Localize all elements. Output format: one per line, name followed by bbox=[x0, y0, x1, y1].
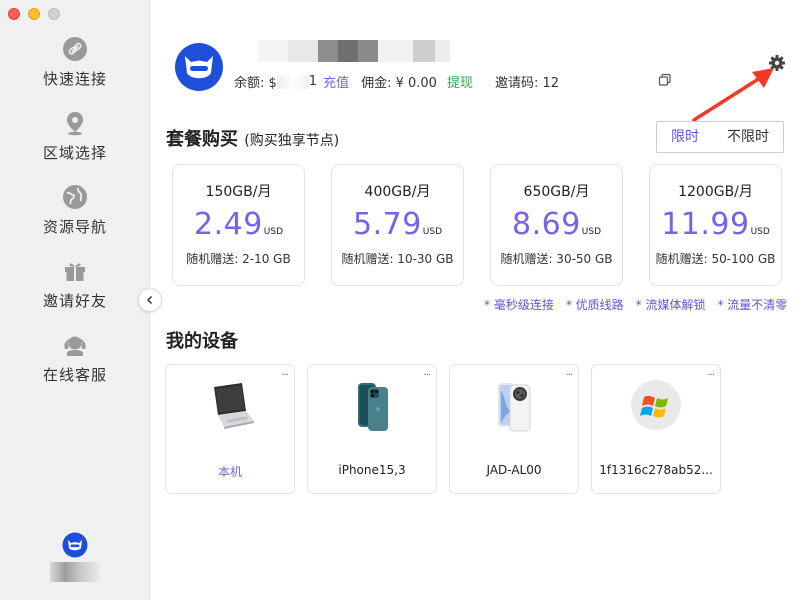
plan-price-value: 11.99 bbox=[661, 207, 750, 242]
device-card[interactable]: ... iPhone15,3 bbox=[307, 364, 437, 494]
plan-card[interactable]: 1200GB/月 11.99 USD 随机赠送: 50-100 GB bbox=[649, 164, 782, 286]
feature-item: * 流媒体解锁 bbox=[635, 298, 706, 312]
plan-duration-toggle: 限时 不限时 bbox=[656, 121, 784, 153]
commission-label: 佣金: ¥ 0.00 bbox=[361, 76, 437, 91]
recharge-link[interactable]: 充值 bbox=[323, 72, 349, 91]
globe-icon bbox=[62, 184, 88, 210]
plan-name: 1200GB/月 bbox=[678, 184, 753, 200]
plan-currency: USD bbox=[581, 227, 602, 237]
device-name: JAD-AL00 bbox=[486, 463, 542, 477]
device-name: iPhone15,3 bbox=[338, 463, 406, 477]
window-controls bbox=[8, 8, 60, 20]
device-card[interactable]: ... 本机 bbox=[165, 364, 295, 494]
plan-currency: USD bbox=[263, 227, 284, 237]
sidebar-item-label: 资源导航 bbox=[42, 218, 107, 236]
redacted-balance bbox=[276, 74, 309, 89]
windows-icon bbox=[628, 379, 684, 435]
plan-price: 2.49 USD bbox=[194, 207, 283, 242]
plan-price-value: 2.49 bbox=[193, 207, 263, 242]
main-content: 余额: $ 1 充值 佣金: ¥ 0.00 提现 邀请码: 12 套餐购买 (购… bbox=[150, 0, 800, 600]
sidebar-item-resource-nav[interactable]: 资源导航 bbox=[0, 184, 150, 258]
maximize-window-button[interactable] bbox=[48, 8, 60, 20]
device-name: 1f1316c278ab52... bbox=[599, 463, 713, 477]
link-icon bbox=[62, 36, 88, 62]
redacted-username bbox=[50, 562, 100, 582]
plan-name: 650GB/月 bbox=[523, 184, 590, 200]
sidebar-item-label: 邀请好友 bbox=[42, 292, 107, 310]
feature-item: * 毫秒级连接 bbox=[484, 298, 554, 312]
plans-subtitle: (购买独享节点) bbox=[244, 133, 340, 149]
sidebar: 快速连接 区域选择 资源导航 邀请好友 在线客服 bbox=[0, 0, 150, 600]
plan-currency: USD bbox=[750, 227, 770, 237]
plan-card[interactable]: 150GB/月 2.49 USD 随机赠送: 2-10 GB bbox=[172, 164, 305, 286]
location-pin-icon bbox=[62, 110, 88, 136]
feature-item: * 优质线路 bbox=[565, 298, 624, 312]
headset-icon bbox=[62, 332, 88, 358]
redacted-username bbox=[258, 40, 478, 62]
toggle-limited[interactable]: 限时 bbox=[657, 122, 714, 152]
plan-price: 11.99 USD bbox=[661, 207, 770, 242]
withdraw-link[interactable]: 提现 bbox=[447, 72, 473, 91]
plan-name: 400GB/月 bbox=[364, 184, 431, 200]
gear-icon[interactable] bbox=[768, 54, 786, 72]
user-avatar-icon bbox=[62, 532, 88, 558]
sidebar-item-region-select[interactable]: 区域选择 bbox=[0, 110, 150, 184]
user-avatar-icon[interactable] bbox=[174, 42, 224, 92]
gift-icon bbox=[62, 258, 88, 284]
plan-bonus: 随机赠送: 30-50 GB bbox=[500, 252, 613, 266]
plan-bonus: 随机赠送: 50-100 GB bbox=[655, 252, 776, 266]
device-more-button[interactable]: ... bbox=[281, 367, 288, 378]
user-info: 余额: $ 1 充值 佣金: ¥ 0.00 提现 邀请码: 12 bbox=[174, 40, 784, 96]
device-card[interactable]: ... 1f1316c278ab52... bbox=[591, 364, 721, 494]
device-card[interactable]: ... JAD-AL00 bbox=[449, 364, 579, 494]
feature-list: * 毫秒级连接 * 优质线路 * 流媒体解锁 * 流量不清零 bbox=[484, 296, 787, 313]
plan-card[interactable]: 400GB/月 5.79 USD 随机赠送: 10-30 GB bbox=[331, 164, 464, 286]
plan-name: 150GB/月 bbox=[205, 184, 272, 200]
device-more-button[interactable]: ... bbox=[565, 367, 572, 378]
chevron-left-icon bbox=[146, 295, 153, 305]
devices-section-title: 我的设备 bbox=[166, 331, 238, 352]
plan-price-value: 5.79 bbox=[352, 207, 422, 242]
sidebar-account[interactable] bbox=[0, 532, 150, 582]
plan-price-value: 8.69 bbox=[511, 207, 581, 242]
sidebar-nav: 快速连接 区域选择 资源导航 邀请好友 在线客服 bbox=[0, 36, 150, 406]
sidebar-item-label: 在线客服 bbox=[42, 366, 107, 384]
plan-card[interactable]: 650GB/月 8.69 USD 随机赠送: 30-50 GB bbox=[490, 164, 623, 286]
sidebar-item-label: 区域选择 bbox=[42, 144, 107, 162]
balance-label: 余额: $ bbox=[234, 76, 277, 91]
iphone-icon bbox=[344, 379, 400, 435]
plan-currency: USD bbox=[422, 227, 443, 237]
close-window-button[interactable] bbox=[8, 8, 20, 20]
device-name: 本机 bbox=[217, 465, 242, 479]
sidebar-item-quick-connect[interactable]: 快速连接 bbox=[0, 36, 150, 110]
plans-title: 套餐购买 bbox=[166, 129, 238, 150]
plan-list: 150GB/月 2.49 USD 随机赠送: 2-10 GB 400GB/月 5.… bbox=[172, 164, 782, 286]
device-more-button[interactable]: ... bbox=[423, 367, 430, 378]
sidebar-item-invite-friends[interactable]: 邀请好友 bbox=[0, 258, 150, 332]
account-info-line: 余额: $ 1 充值 佣金: ¥ 0.00 提现 邀请码: 12 bbox=[234, 72, 559, 91]
balance-tail: 1 bbox=[308, 74, 318, 89]
plan-bonus: 随机赠送: 10-30 GB bbox=[341, 252, 454, 266]
collapse-sidebar-button[interactable] bbox=[138, 288, 162, 312]
plan-price: 8.69 USD bbox=[512, 207, 601, 242]
minimize-window-button[interactable] bbox=[28, 8, 40, 20]
feature-item: * 流量不清零 bbox=[717, 298, 788, 312]
plan-bonus: 随机赠送: 2-10 GB bbox=[186, 252, 291, 266]
sidebar-item-label: 快速连接 bbox=[42, 70, 107, 88]
sidebar-item-online-support[interactable]: 在线客服 bbox=[0, 332, 150, 406]
toggle-unlimited[interactable]: 不限时 bbox=[713, 122, 783, 152]
laptop-icon bbox=[202, 379, 258, 435]
copy-icon[interactable] bbox=[658, 73, 672, 87]
plan-price: 5.79 USD bbox=[353, 207, 442, 242]
invite-code-label: 邀请码: 12 bbox=[494, 76, 560, 91]
device-more-button[interactable]: ... bbox=[707, 367, 714, 378]
android-phone-icon bbox=[486, 379, 542, 435]
plans-section-title: 套餐购买 (购买独享节点) bbox=[166, 125, 339, 151]
device-list: ... 本机 ... iPhone15,3 ... JAD-AL00 ... 1… bbox=[165, 364, 721, 494]
app-window: 快速连接 区域选择 资源导航 邀请好友 在线客服 余额: $ 1 充值 佣金: … bbox=[0, 0, 800, 600]
